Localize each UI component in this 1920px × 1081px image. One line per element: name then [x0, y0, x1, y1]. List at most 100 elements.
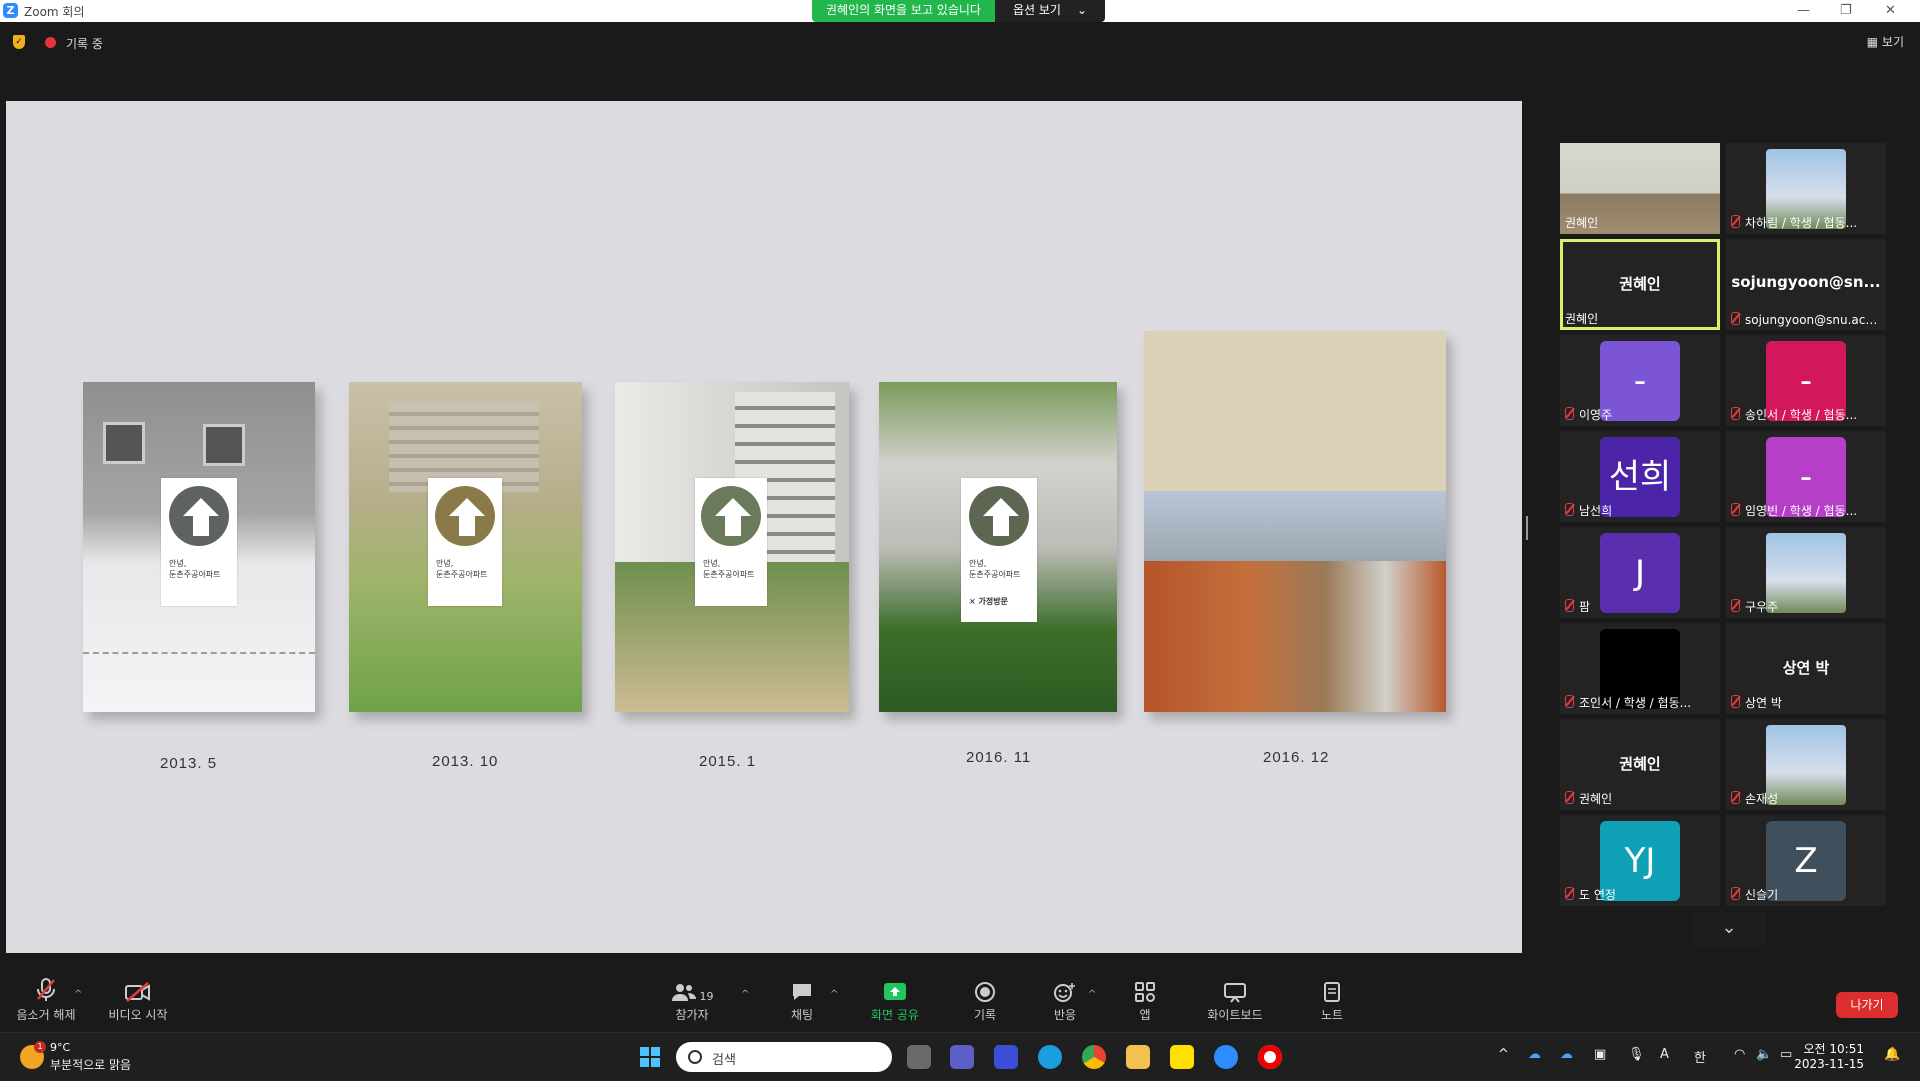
chrome-browser-icon[interactable]: [1082, 1045, 1106, 1069]
search-placeholder: 검색: [712, 1053, 736, 1068]
book-cover-2015-1: 안녕, 둔촌주공아파트: [615, 382, 849, 712]
share-screen-button[interactable]: 화면 공유: [850, 975, 940, 1023]
wifi-icon[interactable]: ◠: [1734, 1047, 1745, 1062]
chat-options-caret[interactable]: ^: [830, 989, 838, 1000]
share-banner: 권혜인의 화면을 보고 있습니다 옵션 보기 ⌄: [812, 0, 1105, 22]
edge-browser-icon[interactable]: [1038, 1045, 1062, 1069]
whiteboard-label: 화이트보드: [1207, 1008, 1263, 1022]
year-label: 2013. 10: [432, 753, 499, 770]
participant-tile[interactable]: Z 신슬기: [1726, 815, 1886, 906]
participant-tile[interactable]: 상연 박 상연 박: [1726, 623, 1886, 714]
book-title-card: 안녕, 둔촌주공아파트 × 가정방문: [961, 478, 1037, 622]
mic-muted-icon: [1731, 695, 1740, 708]
gallery-next-page-button[interactable]: ⌄: [1692, 912, 1766, 946]
share-banner-text: 권혜인의 화면을 보고 있습니다: [812, 0, 995, 22]
mic-muted-icon: [1731, 599, 1740, 612]
participants-icon: [671, 984, 696, 1001]
participant-name: 임영빈 / 학생 / 협동...: [1731, 502, 1857, 519]
tray-app-icon[interactable]: ▣: [1594, 1047, 1606, 1062]
start-video-button[interactable]: 비디오 시작: [93, 975, 183, 1023]
file-explorer-icon[interactable]: [1126, 1045, 1150, 1069]
record-button[interactable]: 기록: [940, 975, 1030, 1023]
year-label: 2016. 11: [966, 749, 1032, 766]
clock-time[interactable]: 오전 10:51: [1804, 1040, 1864, 1057]
tray-overflow-icon[interactable]: ^: [1498, 1047, 1509, 1062]
participant-tile[interactable]: - 송인서 / 학생 / 협동...: [1726, 335, 1886, 426]
participant-tile[interactable]: J팜: [1560, 527, 1720, 618]
chat-label: 채팅: [790, 1008, 814, 1022]
leave-button[interactable]: 나가기: [1836, 992, 1898, 1018]
zoom-app-icon[interactable]: [1214, 1045, 1238, 1069]
participant-tile[interactable]: YJ 도 연정: [1560, 815, 1720, 906]
participants-button[interactable]: 19 참가자: [647, 975, 737, 1023]
cloud-sync-error-icon[interactable]: ☁: [1560, 1047, 1573, 1062]
notes-button[interactable]: 노트: [1287, 975, 1377, 1023]
participant-display-name: 권혜인: [1619, 275, 1661, 293]
participant-display-name: 상연 박: [1782, 659, 1830, 677]
participant-tile[interactable]: - 이영주: [1560, 335, 1720, 426]
taskbar-search-box[interactable]: 검색: [676, 1042, 892, 1072]
ime-mode-a[interactable]: A: [1660, 1047, 1669, 1062]
mic-muted-icon: [1731, 503, 1740, 516]
participants-options-caret[interactable]: ^: [741, 989, 749, 1000]
whiteboard-button[interactable]: 화이트보드: [1190, 975, 1280, 1023]
year-label: 2016. 12: [1263, 749, 1330, 766]
participant-tile[interactable]: 권혜인 권혜인: [1560, 239, 1720, 330]
participant-name: 도 연정: [1565, 886, 1616, 903]
screen-recorder-icon[interactable]: [1258, 1045, 1282, 1069]
view-button[interactable]: ▦ 보기: [1867, 33, 1904, 50]
book-title-card: 안녕, 둔촌주공아파트: [428, 478, 502, 606]
year-label: 2015. 1: [699, 753, 757, 770]
participant-tile[interactable]: 구우주: [1726, 527, 1886, 618]
participant-tile[interactable]: 권혜인: [1560, 143, 1720, 234]
task-view-icon[interactable]: [907, 1045, 931, 1069]
mic-muted-icon: [1731, 312, 1740, 325]
notes-label: 노트: [1320, 1008, 1344, 1022]
participant-name: 신슬기: [1731, 886, 1778, 903]
participant-tile[interactable]: sojungyoon@sn... sojungyoon@snu.ac.kr: [1726, 239, 1886, 330]
reactions-label: 반응: [1053, 1008, 1077, 1022]
participant-tile[interactable]: 조인서 / 학생 / 협동...: [1560, 623, 1720, 714]
security-shield-icon[interactable]: ✓: [13, 35, 25, 49]
participant-tile[interactable]: - 임영빈 / 학생 / 협동...: [1726, 431, 1886, 522]
ime-language[interactable]: 한: [1694, 1047, 1706, 1066]
reactions-options-caret[interactable]: ^: [1088, 989, 1096, 1000]
close-button[interactable]: ✕: [1885, 3, 1896, 18]
microphone-icon[interactable]: 🎙: [1628, 1047, 1645, 1062]
mic-muted-icon: [1731, 407, 1740, 420]
restore-button[interactable]: ❐: [1840, 3, 1852, 18]
onedrive-icon[interactable]: ☁: [1528, 1047, 1541, 1062]
start-video-label: 비디오 시작: [108, 1008, 168, 1022]
reactions-button[interactable]: 반응: [1020, 975, 1110, 1023]
kakaotalk-icon[interactable]: [1170, 1045, 1194, 1069]
battery-icon[interactable]: ▭: [1780, 1047, 1792, 1062]
participant-name: 팜: [1565, 598, 1590, 615]
participant-tile[interactable]: 선희 남선희: [1560, 431, 1720, 522]
minimize-button[interactable]: —: [1797, 3, 1810, 18]
copilot-icon[interactable]: [994, 1045, 1018, 1069]
view-options-button[interactable]: 옵션 보기 ⌄: [994, 0, 1105, 22]
participant-name: 권혜인: [1565, 216, 1599, 230]
participant-tile[interactable]: 차하림 / 학생 / 협동...: [1726, 143, 1886, 234]
windows-start-icon[interactable]: [640, 1047, 660, 1067]
book-subtitle-label: 가정방문: [978, 596, 1008, 606]
volume-icon[interactable]: 🔈: [1756, 1047, 1772, 1062]
audio-options-caret[interactable]: ^: [74, 989, 82, 1000]
weather-description[interactable]: 부분적으로 맑음: [50, 1056, 131, 1073]
weather-badge: 1: [34, 1041, 46, 1053]
notification-bell-icon[interactable]: 🔔: [1884, 1047, 1900, 1062]
view-label: 보기: [1881, 35, 1904, 49]
mic-muted-icon: [1565, 599, 1574, 612]
apps-label: 앱: [1139, 1008, 1151, 1022]
teams-chat-icon[interactable]: [950, 1045, 974, 1069]
book-title-card: 안녕, 둔촌주공아파트: [695, 478, 767, 606]
notes-icon: [1324, 982, 1340, 1002]
panel-resize-handle[interactable]: [1526, 516, 1528, 540]
clock-date[interactable]: 2023-11-15: [1794, 1057, 1864, 1071]
weather-temperature[interactable]: 9°C: [50, 1041, 70, 1054]
recording-icon[interactable]: [45, 37, 56, 48]
participant-tile[interactable]: 권혜인 권혜인: [1560, 719, 1720, 810]
book-title-text: 안녕, 둔촌주공아파트: [169, 559, 221, 579]
participant-tile[interactable]: 손재성: [1726, 719, 1886, 810]
apps-button[interactable]: 앱: [1100, 975, 1190, 1023]
